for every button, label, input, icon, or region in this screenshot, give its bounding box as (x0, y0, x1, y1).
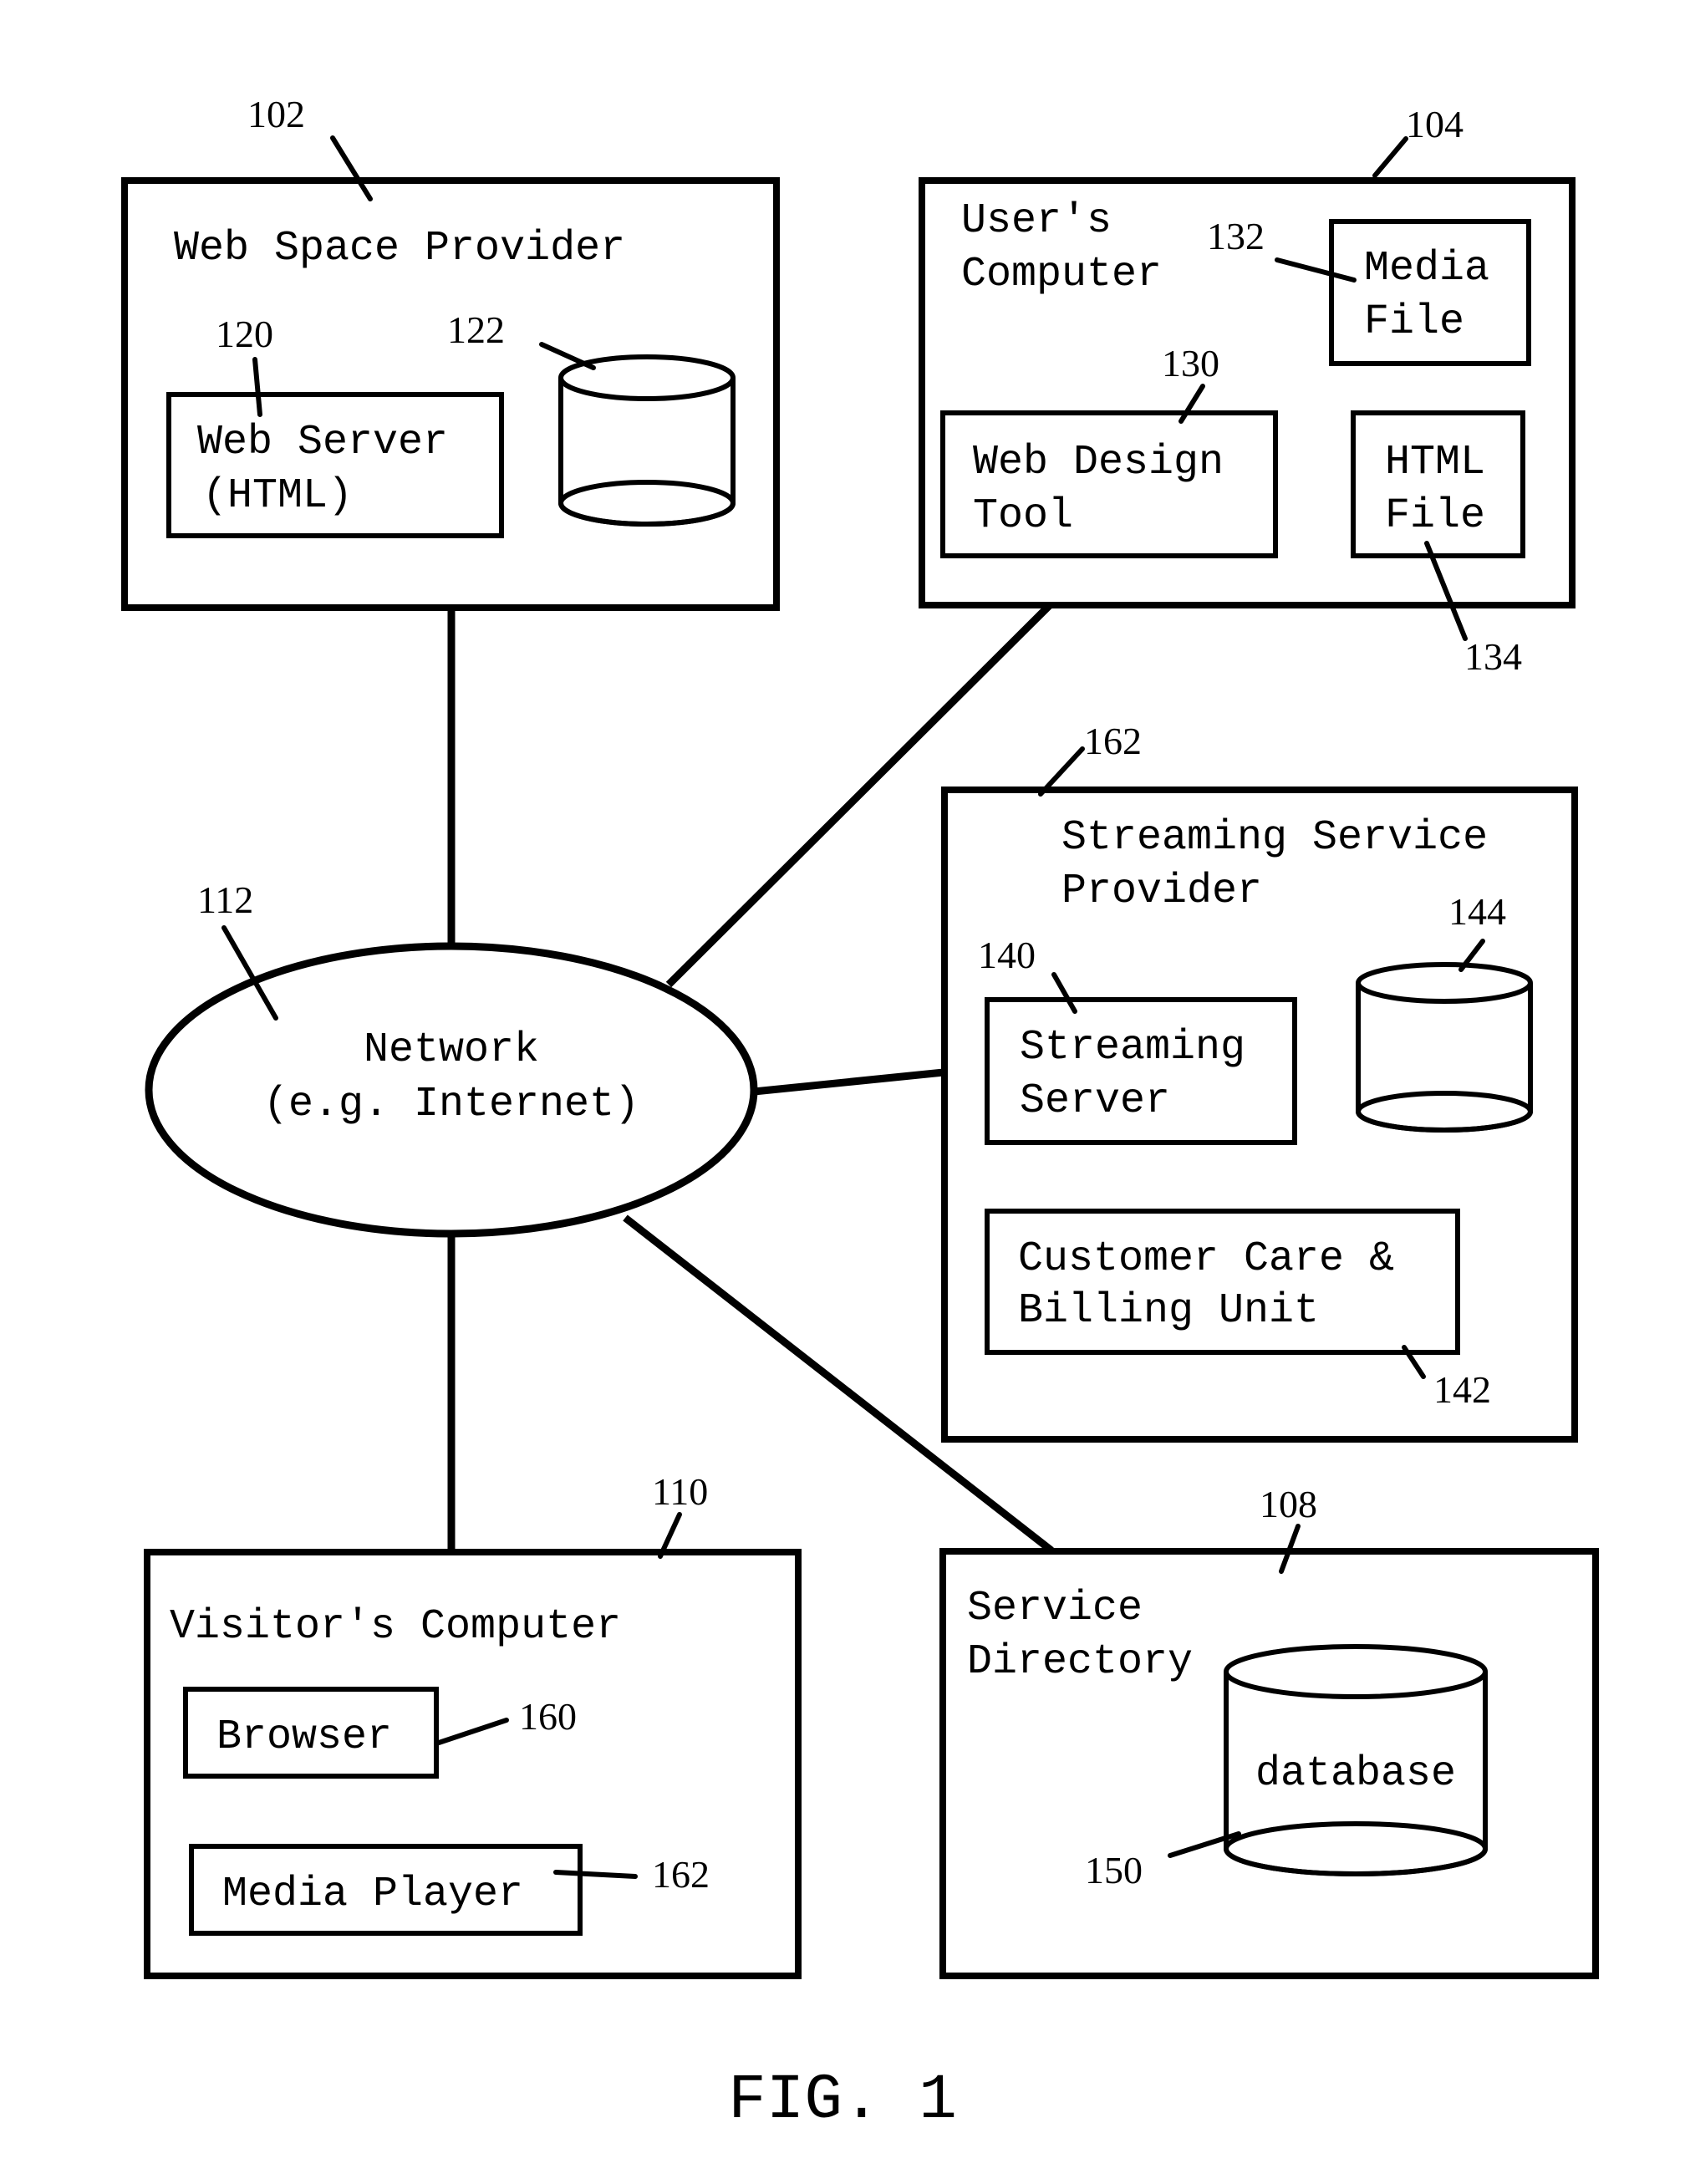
cylinder-top-icon (1356, 962, 1533, 1004)
connector-network-streaming-provider (753, 1068, 944, 1096)
visitors-computer-ref-number: 110 (652, 1470, 708, 1513)
service-directory-title-line2: Directory (967, 1638, 1193, 1686)
streaming-service-provider-title: Streaming Service (1061, 814, 1488, 862)
media-player-ref-number: 162 (652, 1853, 710, 1896)
web-server-sublabel: (HTML) (202, 472, 353, 520)
network-ref-number: 112 (197, 878, 253, 921)
html-file-sublabel: File (1385, 492, 1485, 540)
web-space-provider-title: Web Space Provider (174, 225, 625, 272)
media-file-label: Media (1364, 245, 1489, 293)
streaming-service-provider-title-line2: Provider (1061, 868, 1262, 915)
streaming-server-sublabel: Server (1020, 1077, 1170, 1125)
service-directory-title: Service (967, 1585, 1143, 1632)
users-computer-title: User's (961, 197, 1112, 245)
users-computer[interactable]: User's Computer 104 Media File 132 Web D… (919, 103, 1576, 678)
media-player-label: Media Player (222, 1871, 523, 1918)
web-design-tool-ref-number: 130 (1162, 342, 1219, 384)
streaming-service-provider[interactable]: Streaming Service Provider 162 Streaming… (941, 720, 1578, 1443)
browser-label: Browser (216, 1713, 392, 1761)
database-label: database (1255, 1750, 1456, 1798)
service-directory[interactable]: Service Directory 108 database 150 (939, 1483, 1599, 1979)
users-computer-ref-number: 104 (1406, 103, 1464, 145)
browser-ref-number: 160 (519, 1695, 577, 1738)
web-space-provider[interactable]: Web Space Provider 102 Web Server (HTML)… (121, 93, 780, 611)
users-computer-ref-leader (1372, 136, 1408, 178)
billing-unit-ref-number: 142 (1433, 1368, 1491, 1411)
streaming-storage-ref-number: 144 (1448, 890, 1506, 933)
service-directory-ref-number: 108 (1260, 1483, 1317, 1525)
html-file-ref-number: 134 (1464, 635, 1522, 678)
web-server-label: Web Server (197, 419, 448, 466)
network-sublabel: (e.g. Internet) (263, 1081, 639, 1128)
streaming-server-ref-number: 140 (978, 934, 1036, 976)
database-ref-number: 150 (1085, 1849, 1143, 1891)
streaming-server-label: Streaming (1020, 1024, 1245, 1072)
system-diagram: Network (e.g. Internet) 112 Web Space Pr… (121, 93, 1599, 2136)
media-file-sublabel: File (1364, 298, 1464, 346)
web-server-ref-number: 120 (216, 313, 273, 355)
web-space-provider-ref-number: 102 (247, 93, 305, 135)
web-design-tool-sublabel: Tool (973, 492, 1073, 540)
web-design-tool-label: Web Design (973, 439, 1224, 486)
web-storage-ref-number: 122 (447, 308, 505, 351)
cylinder-body-icon (1356, 983, 1533, 1133)
visitors-computer[interactable]: Visitor's Computer 110 Browser 160 Media… (144, 1470, 802, 1979)
network-label: Network (364, 1026, 539, 1074)
media-file-ref-number: 132 (1207, 215, 1265, 257)
billing-unit-label: Customer Care & (1018, 1235, 1394, 1283)
figure-caption: FIG. 1 (728, 2064, 957, 2136)
users-computer-title-line2: Computer (961, 251, 1162, 298)
html-file[interactable]: HTML File 134 (1351, 410, 1525, 678)
html-file-label: HTML (1385, 439, 1485, 486)
visitors-computer-title: Visitor's Computer (170, 1603, 621, 1651)
streaming-service-provider-ref-number: 162 (1084, 720, 1142, 762)
cylinder-top-icon (1224, 1644, 1488, 1699)
billing-unit-sublabel: Billing Unit (1018, 1287, 1319, 1335)
